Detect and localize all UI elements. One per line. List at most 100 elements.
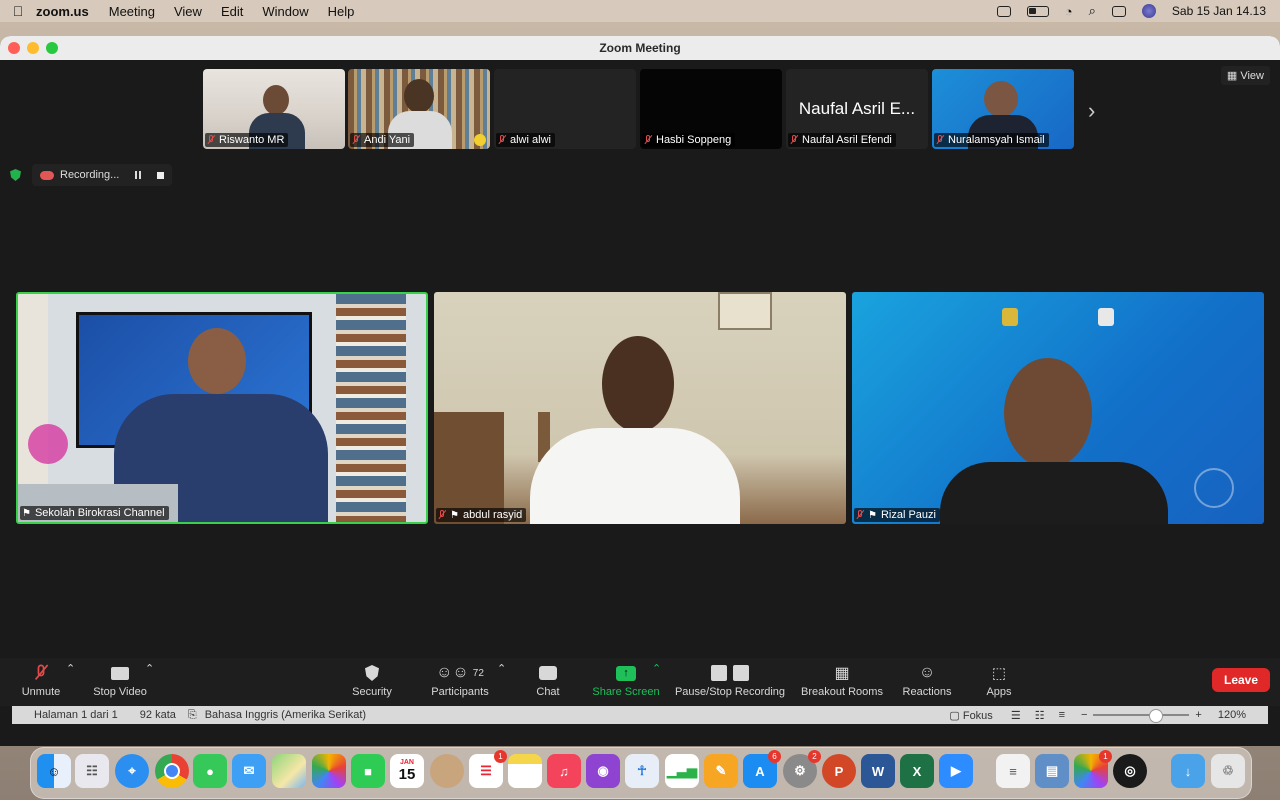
- participants-options-caret[interactable]: ⌃: [497, 662, 506, 675]
- video-options-caret[interactable]: ⌃: [145, 662, 154, 675]
- leave-button[interactable]: Leave: [1212, 668, 1270, 692]
- video-camera-icon: [111, 666, 129, 680]
- chat-button[interactable]: Chat: [530, 662, 566, 698]
- page-count[interactable]: Halaman 1 dari 1: [34, 709, 118, 721]
- mail-icon[interactable]: ✉: [232, 754, 266, 788]
- pause-stop-recording-button[interactable]: Pause/Stop Recording: [672, 662, 788, 698]
- notification-badge: 2: [808, 750, 821, 763]
- zoom-slider[interactable]: [1093, 709, 1190, 723]
- emoji-reaction-icon: [474, 134, 486, 146]
- apps-button[interactable]: ⬚ Apps: [982, 662, 1016, 698]
- downloads-folder-icon[interactable]: ↓: [1171, 754, 1205, 788]
- share-options-caret[interactable]: ⌃: [652, 662, 661, 675]
- photos-alt-icon[interactable]: 1: [1074, 750, 1112, 788]
- audio-options-caret[interactable]: ⌃: [66, 662, 75, 675]
- zoom-out-button[interactable]: −: [1081, 709, 1087, 721]
- participant-video: [1194, 468, 1234, 508]
- chrome-icon[interactable]: [155, 754, 189, 788]
- trash-icon[interactable]: ♲: [1211, 754, 1245, 788]
- menu-help[interactable]: Help: [328, 4, 355, 19]
- stop-icon: [733, 665, 749, 681]
- web-layout-icon[interactable]: ☷: [1035, 709, 1045, 722]
- focus-button[interactable]: ▢ Fokus: [949, 709, 992, 722]
- participant-name-tag: alwi alwi: [496, 133, 555, 147]
- strip-tile[interactable]: Andi Yani: [348, 69, 490, 149]
- video-tile[interactable]: ⚑ Rizal Pauzi: [852, 292, 1264, 524]
- read-mode-icon[interactable]: ≡: [1059, 709, 1065, 721]
- battery-icon[interactable]: [1026, 5, 1049, 17]
- maps-icon[interactable]: [272, 754, 306, 788]
- logo-seal-icon: [1098, 308, 1114, 326]
- reactions-button[interactable]: ☺ Reactions: [900, 662, 954, 698]
- zoom-percent[interactable]: 120%: [1218, 709, 1246, 721]
- pages-icon[interactable]: ✎: [704, 754, 738, 788]
- participant-video: [188, 328, 246, 394]
- finder-icon[interactable]: ☺: [37, 754, 71, 788]
- keynote-icon[interactable]: ☥: [625, 754, 659, 788]
- numbers-icon[interactable]: ▁▃▅: [665, 754, 699, 788]
- messages-icon[interactable]: ●: [193, 754, 227, 788]
- recording-label: Recording...: [60, 169, 120, 181]
- encryption-shield-icon[interactable]: [10, 169, 21, 181]
- close-button[interactable]: [8, 42, 20, 54]
- podcasts-icon[interactable]: ◉: [586, 754, 620, 788]
- window-title: Zoom Meeting: [599, 41, 681, 55]
- participant-name-tag: Riswanto MR: [205, 133, 289, 147]
- launchpad-icon[interactable]: ☷: [75, 754, 109, 788]
- zoom-button[interactable]: [46, 42, 58, 54]
- strip-tile[interactable]: Hasbi Soppeng: [640, 69, 782, 149]
- word-icon[interactable]: W: [861, 754, 895, 788]
- grid-icon: ▦: [1226, 70, 1238, 82]
- minimize-button[interactable]: [27, 42, 39, 54]
- music-icon[interactable]: ♫: [547, 754, 581, 788]
- view-button[interactable]: ▦ View: [1220, 66, 1270, 85]
- preview-icon[interactable]: ▤: [1035, 754, 1069, 788]
- powerpoint-icon[interactable]: P: [822, 754, 856, 788]
- photos-icon[interactable]: [312, 754, 346, 788]
- calendar-icon[interactable]: JAN 15: [390, 754, 424, 788]
- system-preferences-icon[interactable]: ⚙ 2: [783, 750, 821, 788]
- zoom-in-button[interactable]: +: [1195, 709, 1201, 721]
- pause-recording-icon[interactable]: [135, 171, 142, 179]
- excel-icon[interactable]: X: [900, 754, 934, 788]
- strip-tile[interactable]: alwi alwi: [494, 69, 636, 149]
- control-center-icon[interactable]: [1111, 5, 1126, 17]
- strip-tile[interactable]: Naufal Asril E... Naufal Asril Efendi: [786, 69, 928, 149]
- quicktime-icon[interactable]: ◎: [1113, 754, 1147, 788]
- menu-window[interactable]: Window: [262, 4, 308, 19]
- strip-tile[interactable]: Riswanto MR: [203, 69, 345, 149]
- language-label[interactable]: Bahasa Inggris (Amerika Serikat): [205, 709, 366, 721]
- word-count[interactable]: 92 kata: [140, 709, 176, 721]
- clock[interactable]: Sab 15 Jan 14.13: [1172, 4, 1266, 18]
- security-button[interactable]: Security: [346, 662, 398, 698]
- siri-icon[interactable]: [1141, 4, 1156, 18]
- breakout-rooms-button[interactable]: ▦ Breakout Rooms: [800, 662, 884, 698]
- safari-icon[interactable]: ⌖: [115, 754, 149, 788]
- app-menu[interactable]: zoom.us: [36, 4, 89, 19]
- zoom-icon[interactable]: ▶: [939, 754, 973, 788]
- notes-icon[interactable]: [508, 754, 542, 788]
- menu-view[interactable]: View: [174, 4, 202, 19]
- stop-video-button[interactable]: Stop Video: [88, 662, 152, 698]
- contacts-icon[interactable]: [430, 754, 464, 788]
- textedit-icon[interactable]: ≡: [996, 754, 1030, 788]
- apple-icon[interactable]: : [0, 3, 36, 19]
- menu-edit[interactable]: Edit: [221, 4, 243, 19]
- facetime-icon[interactable]: ■: [351, 754, 385, 788]
- video-tile-speaker[interactable]: ⚑ Sekolah Birokrasi Channel: [16, 292, 428, 524]
- wifi-icon[interactable]: ◔: [1065, 4, 1073, 19]
- reminders-icon[interactable]: ☰ 1: [469, 750, 507, 788]
- video-tile[interactable]: ⚑ abdul rasyid: [434, 292, 846, 524]
- zoom-status-icon[interactable]: [996, 5, 1011, 17]
- proofing-icon[interactable]: ⎘: [188, 709, 197, 722]
- print-layout-icon[interactable]: ☰: [1011, 709, 1021, 722]
- search-icon[interactable]: ⌕: [1089, 3, 1096, 19]
- unmute-button[interactable]: Unmute: [16, 662, 66, 698]
- participants-button[interactable]: ☺☺ 72 Participants: [428, 662, 492, 698]
- menu-meeting[interactable]: Meeting: [109, 4, 155, 19]
- zoom-slider-thumb[interactable]: [1149, 709, 1164, 723]
- strip-tile[interactable]: Nuralamsyah Ismail: [932, 69, 1074, 149]
- app-store-icon[interactable]: A6: [743, 750, 781, 788]
- stop-recording-icon[interactable]: [157, 171, 165, 179]
- chevron-right-icon[interactable]: ›: [1088, 98, 1095, 124]
